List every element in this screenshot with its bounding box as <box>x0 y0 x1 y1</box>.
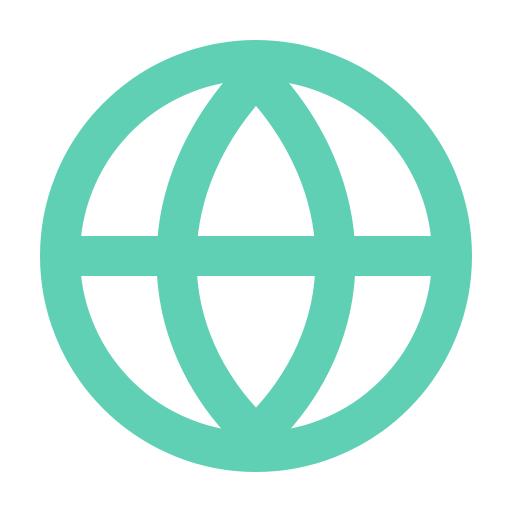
globe-icon <box>40 40 472 472</box>
icon-canvas <box>0 0 512 512</box>
